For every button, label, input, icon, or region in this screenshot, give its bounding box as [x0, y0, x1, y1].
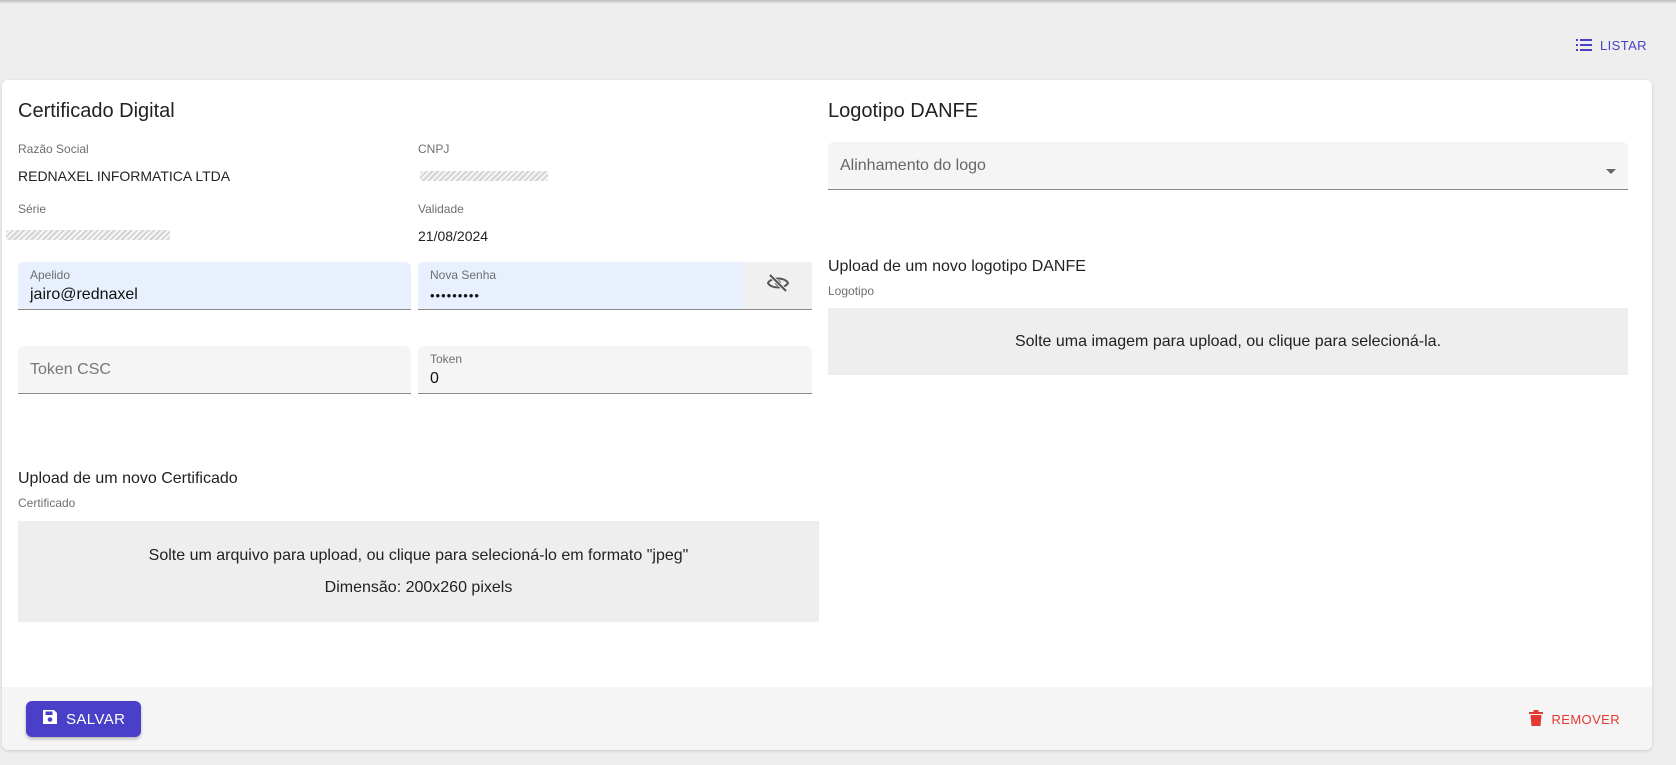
toggle-password-visibility-button[interactable]: [744, 262, 812, 309]
list-button-label: LISTAR: [1600, 37, 1647, 53]
apelido-value: jairo@rednaxel: [30, 286, 138, 303]
floppy-disk-icon: [42, 709, 58, 729]
serie-value-masked: [6, 230, 170, 240]
nova-senha-value: •••••••••: [430, 288, 480, 303]
razao-social-value: REDNAXEL INFORMATICA LTDA: [18, 168, 231, 184]
save-button[interactable]: SALVAR: [26, 701, 142, 737]
token-value: 0: [430, 370, 439, 387]
logo-section-title: Logotipo DANFE: [828, 100, 979, 122]
razao-social-label: Razão Social: [18, 142, 89, 156]
validade-value: 21/08/2024: [418, 228, 489, 244]
chevron-down-icon: [1606, 162, 1616, 180]
validade-label: Validade: [418, 202, 464, 216]
top-bar-shadow: [0, 0, 1676, 4]
cnpj-label: CNPJ: [418, 142, 450, 156]
certificate-upload-sublabel: Certificado: [18, 496, 76, 510]
logo-alignment-placeholder: Alinhamento do logo: [840, 157, 986, 174]
certificate-dropzone-dimension: Dimensão: 200x260 pixels: [324, 578, 513, 596]
list-icon: [1576, 39, 1592, 51]
save-button-label: SALVAR: [66, 710, 126, 728]
settings-card: Certificado Digital Razão Social REDNAXE…: [2, 80, 1652, 750]
token-csc-field[interactable]: Token CSC: [18, 346, 411, 394]
serie-label: Série: [18, 202, 47, 216]
eye-off-icon: [766, 271, 790, 300]
logo-dropzone-text: Solte uma imagem para upload, ou clique …: [1014, 332, 1442, 350]
certificate-section-title: Certificado Digital: [18, 100, 175, 122]
cnpj-value-masked: [420, 171, 548, 181]
token-field[interactable]: Token 0: [418, 346, 812, 394]
apelido-label: Apelido: [30, 268, 71, 282]
trash-icon: [1529, 709, 1544, 729]
logo-upload-sublabel: Logotipo: [828, 284, 875, 298]
list-button[interactable]: LISTAR: [1576, 34, 1647, 56]
nova-senha-label: Nova Senha: [430, 268, 497, 282]
certificate-dropzone-text: Solte um arquivo para upload, ou clique …: [148, 546, 689, 564]
remove-button[interactable]: REMOVER: [1529, 707, 1620, 731]
certificate-dropzone[interactable]: Solte um arquivo para upload, ou clique …: [18, 521, 819, 622]
token-csc-placeholder: Token CSC: [30, 361, 111, 378]
token-label: Token: [430, 352, 463, 366]
logo-dropzone[interactable]: Solte uma imagem para upload, ou clique …: [828, 308, 1628, 375]
certificate-upload-title: Upload de um novo Certificado: [18, 470, 238, 487]
card-footer: SALVAR REMOVER: [2, 687, 1652, 750]
nova-senha-field[interactable]: Nova Senha •••••••••: [418, 262, 812, 310]
logo-alignment-select[interactable]: Alinhamento do logo: [828, 142, 1628, 190]
remove-button-label: REMOVER: [1551, 711, 1620, 727]
logo-upload-title: Upload de um novo logotipo DANFE: [828, 258, 1086, 275]
apelido-field[interactable]: Apelido jairo@rednaxel: [18, 262, 411, 310]
